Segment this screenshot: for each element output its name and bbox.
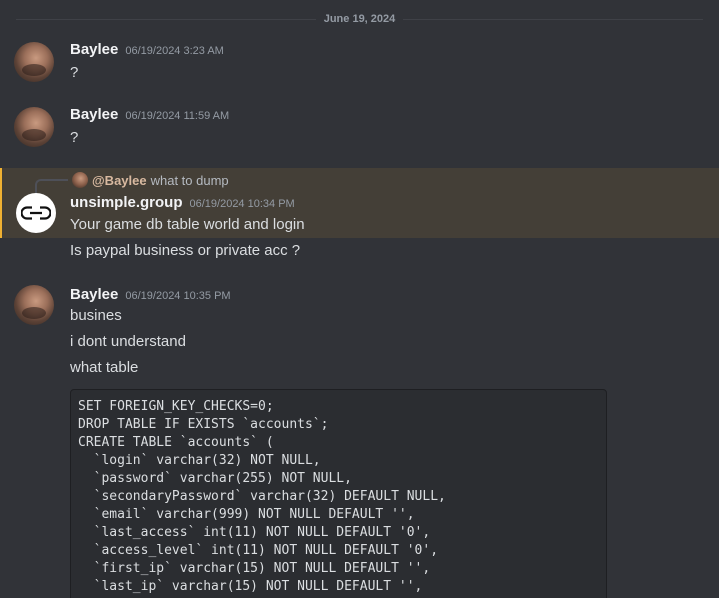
message-text: ? (70, 64, 79, 81)
avatar[interactable] (16, 193, 56, 233)
message-header: unsimple.group 06/19/2024 10:34 PM (70, 194, 295, 211)
reply-preview[interactable]: @Baylee what to dump (72, 172, 229, 188)
avatar[interactable] (14, 285, 54, 325)
message-text: i dont understand (70, 333, 186, 350)
code-block[interactable]: SET FOREIGN_KEY_CHECKS=0; DROP TABLE IF … (70, 389, 607, 598)
chain-link-icon (21, 206, 51, 220)
code-content[interactable]: SET FOREIGN_KEY_CHECKS=0; DROP TABLE IF … (78, 398, 599, 596)
date-divider: June 19, 2024 (16, 11, 703, 27)
message-2[interactable]: Baylee 06/19/2024 11:59 AM ? (0, 99, 719, 155)
message-text: what table (70, 359, 139, 376)
message-text: busines (70, 307, 122, 324)
divider-line-right (403, 18, 703, 20)
message-text: Is paypal business or private acc ? (70, 242, 301, 259)
author-name[interactable]: Baylee (70, 41, 118, 58)
avatar[interactable] (14, 42, 54, 82)
message-text: ? (70, 129, 79, 146)
avatar[interactable] (14, 107, 54, 147)
divider-line-left (16, 18, 316, 20)
reply-spine (35, 179, 68, 193)
message-header: Baylee 06/19/2024 10:35 PM (70, 286, 231, 303)
message-timestamp[interactable]: 06/19/2024 10:35 PM (125, 290, 230, 302)
message-header: Baylee 06/19/2024 3:23 AM (70, 41, 224, 58)
reply-mention[interactable]: @Baylee (92, 173, 147, 188)
message-1[interactable]: Baylee 06/19/2024 3:23 AM ? (0, 34, 719, 90)
author-name[interactable]: unsimple.group (70, 194, 183, 211)
message-text: Your game db table world and login (70, 216, 305, 233)
author-name[interactable]: Baylee (70, 286, 118, 303)
chat-message-list: June 19, 2024 Baylee 06/19/2024 3:23 AM … (0, 0, 719, 598)
message-header: Baylee 06/19/2024 11:59 AM (70, 106, 229, 123)
date-divider-label: June 19, 2024 (323, 13, 396, 25)
reply-avatar (72, 172, 88, 188)
message-timestamp[interactable]: 06/19/2024 3:23 AM (125, 45, 223, 57)
author-name[interactable]: Baylee (70, 106, 118, 123)
message-timestamp[interactable]: 06/19/2024 11:59 AM (125, 110, 229, 122)
reply-text[interactable]: what to dump (151, 173, 229, 188)
message-timestamp[interactable]: 06/19/2024 10:34 PM (190, 198, 295, 210)
